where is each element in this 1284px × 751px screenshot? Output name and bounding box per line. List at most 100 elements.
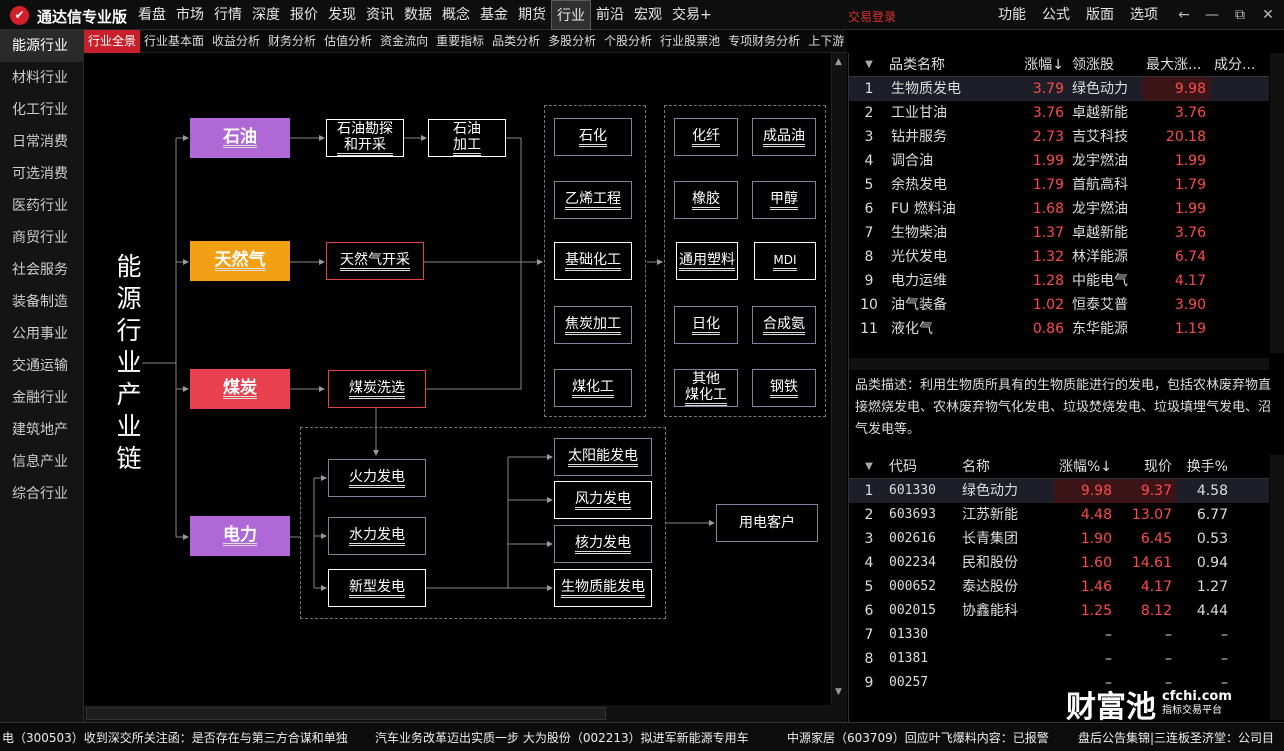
sidebar-item-daily-consumer[interactable]: 日常消费 xyxy=(0,126,83,158)
sidebar-item-chemicals[interactable]: 化工行业 xyxy=(0,94,83,126)
node-biomass[interactable]: 生物质能发电 xyxy=(554,569,652,607)
sort-icon[interactable]: ▼ xyxy=(849,455,889,478)
sidebar-item-real-estate[interactable]: 建筑地产 xyxy=(0,414,83,446)
node-coke[interactable]: 焦炭加工 xyxy=(554,306,632,344)
col-components[interactable]: 成分... xyxy=(1210,53,1269,76)
node-refined-oil[interactable]: 成品油 xyxy=(752,118,816,156)
node-gas-extract[interactable]: 天然气开采 xyxy=(326,242,424,280)
sidebar-item-finance[interactable]: 金融行业 xyxy=(0,382,83,414)
stock-row[interactable]: 6 002015 协鑫能科 1.25 8.12 4.44 xyxy=(849,599,1269,623)
node-coal-chem[interactable]: 煤化工 xyxy=(554,369,632,407)
tab-supply-chain[interactable]: 上下游 xyxy=(804,30,848,53)
menu-function[interactable]: 功能 xyxy=(990,0,1034,30)
category-row[interactable]: 8 光伏发电 1.32 林洋能源 6.74 xyxy=(849,245,1269,269)
menu-item-futures[interactable]: 期货 xyxy=(513,0,551,30)
node-oil-process[interactable]: 石油 加工 xyxy=(428,119,506,157)
category-row[interactable]: 4 调合油 1.99 龙宇燃油 1.99 xyxy=(849,149,1269,173)
node-fiber[interactable]: 化纤 xyxy=(674,118,738,156)
stock-row[interactable]: 7 01330 – – – xyxy=(849,623,1269,647)
category-row[interactable]: 11 液化气 0.86 东华能源 1.19 xyxy=(849,317,1269,341)
sidebar-item-optional-consumer[interactable]: 可选消费 xyxy=(0,158,83,190)
node-steel[interactable]: 钢铁 xyxy=(752,369,816,407)
menu-item-discover[interactable]: 发现 xyxy=(323,0,361,30)
menu-item-fund[interactable]: 基金 xyxy=(475,0,513,30)
diagram-horizontal-scrollbar[interactable] xyxy=(84,705,847,722)
scroll-down-icon[interactable]: ▼ xyxy=(835,687,842,697)
node-oil-explore[interactable]: 石油勘探 和开采 xyxy=(326,119,404,157)
tab-special-financials[interactable]: 专项财务分析 xyxy=(724,30,804,53)
ticker-item[interactable]: 盘后公告集锦|三连板圣济堂：公司目 xyxy=(1078,729,1274,746)
node-plastic[interactable]: 通用塑料 xyxy=(676,242,738,280)
menu-item-price[interactable]: 报价 xyxy=(285,0,323,30)
minimize-icon[interactable]: — xyxy=(1198,0,1226,30)
category-row[interactable]: 1 生物质发电 3.79 绿色动力 9.98 xyxy=(849,77,1269,101)
stock-row[interactable]: 8 01381 – – – xyxy=(849,647,1269,671)
node-thermal[interactable]: 火力发电 xyxy=(328,459,426,497)
col-price[interactable]: 现价 xyxy=(1116,455,1176,478)
stock-row[interactable]: 3 002616 长青集团 1.90 6.45 0.53 xyxy=(849,527,1269,551)
col-code[interactable]: 代码 xyxy=(889,455,954,478)
sidebar-item-it[interactable]: 信息产业 xyxy=(0,446,83,478)
scroll-up-icon[interactable]: ▲ xyxy=(835,57,842,67)
node-nuclear[interactable]: 核力发电 xyxy=(554,525,652,563)
trade-login-link[interactable]: 交易登录 xyxy=(848,8,896,25)
node-solar[interactable]: 太阳能发电 xyxy=(554,438,652,476)
ticker-item[interactable]: 中源家居（603709）回应叶飞爆料内容：已报警 xyxy=(787,729,1049,746)
menu-item-news[interactable]: 资讯 xyxy=(361,0,399,30)
tab-multi-stock[interactable]: 多股分析 xyxy=(544,30,600,53)
node-rubber[interactable]: 橡胶 xyxy=(674,181,738,219)
close-icon[interactable]: ✕ xyxy=(1254,0,1282,30)
node-coal-wash[interactable]: 煤炭洗选 xyxy=(328,370,426,408)
stock-row[interactable]: 1 601330 绿色动力 9.98 9.37 4.58 xyxy=(849,479,1269,503)
node-methanol[interactable]: 甲醇 xyxy=(752,181,816,219)
tab-fundamentals[interactable]: 行业基本面 xyxy=(140,30,208,53)
col-turnover[interactable]: 换手% xyxy=(1176,455,1232,478)
menu-formula[interactable]: 公式 xyxy=(1034,0,1078,30)
stock-row[interactable]: 5 000652 泰达股份 1.46 4.17 1.27 xyxy=(849,575,1269,599)
category-row[interactable]: 6 FU 燃料油 1.68 龙宇燃油 1.99 xyxy=(849,197,1269,221)
stock-row[interactable]: 4 002234 民和股份 1.60 14.61 0.94 xyxy=(849,551,1269,575)
node-mdi[interactable]: MDI xyxy=(754,242,816,280)
restore-icon[interactable]: ⧉ xyxy=(1226,0,1254,30)
menu-item-macro[interactable]: 宏观 xyxy=(629,0,667,30)
category-hscrollbar[interactable] xyxy=(849,358,1269,370)
node-basic-chem[interactable]: 基础化工 xyxy=(554,242,632,280)
sidebar-item-general[interactable]: 综合行业 xyxy=(0,478,83,510)
col-stock-name[interactable]: 名称 xyxy=(954,455,1054,478)
ticker-item[interactable]: 汽车业务改革迈出实质一步 大为股份（002213）拟进军新能源专用车 xyxy=(375,729,749,746)
node-new-power[interactable]: 新型发电 xyxy=(328,569,426,607)
menu-item-kanpan[interactable]: 看盘 xyxy=(133,0,171,30)
col-name[interactable]: 品类名称 xyxy=(889,53,1014,76)
node-wind[interactable]: 风力发电 xyxy=(554,481,652,519)
col-stock-change[interactable]: 涨幅%↓ xyxy=(1054,455,1116,478)
category-row[interactable]: 5 余热发电 1.79 首航高科 1.79 xyxy=(849,173,1269,197)
node-coal[interactable]: 煤炭 xyxy=(190,369,290,409)
sidebar-item-equipment[interactable]: 装备制造 xyxy=(0,286,83,318)
diagram-vertical-scrollbar[interactable]: ▲ ▼ xyxy=(831,53,847,705)
tab-financials[interactable]: 财务分析 xyxy=(264,30,320,53)
tab-single-stock[interactable]: 个股分析 xyxy=(600,30,656,53)
category-row[interactable]: 2 工业甘油 3.76 卓越新能 3.76 xyxy=(849,101,1269,125)
node-hydro[interactable]: 水力发电 xyxy=(328,517,426,555)
col-max[interactable]: 最大涨... xyxy=(1142,53,1210,76)
col-change[interactable]: 涨幅↓ xyxy=(1014,53,1068,76)
col-leader[interactable]: 领涨股 xyxy=(1068,53,1142,76)
node-other-coal-chem[interactable]: 其他 煤化工 xyxy=(674,369,738,407)
sidebar-item-energy[interactable]: 能源行业 xyxy=(0,30,83,62)
tab-valuation[interactable]: 估值分析 xyxy=(320,30,376,53)
node-petrochem[interactable]: 石化 xyxy=(554,118,632,156)
stock-scrollbar[interactable] xyxy=(1270,455,1284,720)
node-power[interactable]: 电力 xyxy=(190,516,290,556)
menu-item-industry[interactable]: 行业 xyxy=(551,0,591,30)
tab-key-indicators[interactable]: 重要指标 xyxy=(432,30,488,53)
category-row[interactable]: 3 钻井服务 2.73 吉艾科技 20.18 xyxy=(849,125,1269,149)
sidebar-item-materials[interactable]: 材料行业 xyxy=(0,62,83,94)
sidebar-item-transport[interactable]: 交通运输 xyxy=(0,350,83,382)
menu-item-trade[interactable]: 交易+ xyxy=(667,0,717,30)
tab-returns[interactable]: 收益分析 xyxy=(208,30,264,53)
menu-item-depth[interactable]: 深度 xyxy=(247,0,285,30)
menu-layout[interactable]: 版面 xyxy=(1078,0,1122,30)
sidebar-item-medical[interactable]: 医药行业 xyxy=(0,190,83,222)
menu-item-market[interactable]: 市场 xyxy=(171,0,209,30)
sidebar-item-social-service[interactable]: 社会服务 xyxy=(0,254,83,286)
